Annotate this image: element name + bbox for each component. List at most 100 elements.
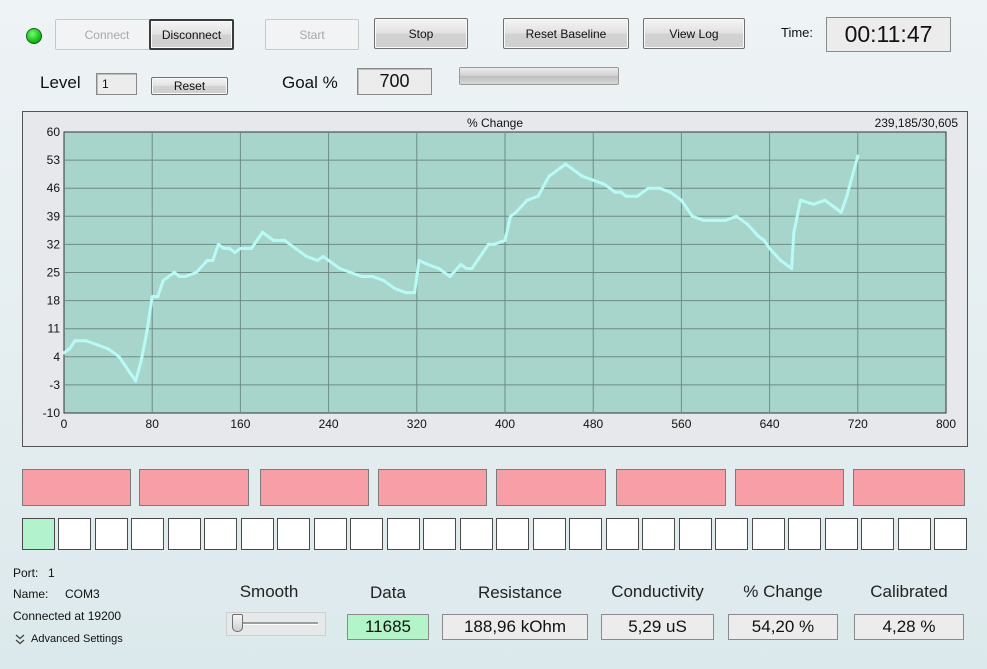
- electrode-square: [168, 518, 201, 550]
- data-point: [536, 194, 540, 198]
- data-point: [123, 363, 127, 367]
- goal-progress-bar: [459, 67, 619, 85]
- x-tick-label: 640: [760, 417, 780, 431]
- data-point: [327, 258, 331, 263]
- data-point: [756, 234, 761, 238]
- goal-percent-field[interactable]: 700: [357, 68, 432, 95]
- data-point: [360, 274, 364, 279]
- start-button[interactable]: Start: [265, 19, 359, 50]
- goal-label: Goal %: [282, 73, 338, 92]
- view-log-button[interactable]: View Log: [643, 18, 745, 49]
- level-field[interactable]: 1: [96, 73, 137, 95]
- data-point: [745, 222, 750, 226]
- data-point: [315, 258, 320, 263]
- data-point: [690, 214, 695, 218]
- x-tick-label: 480: [583, 417, 603, 431]
- data-point: [723, 218, 728, 222]
- electrode-square: [533, 518, 566, 550]
- y-tick-label: 11: [48, 322, 61, 336]
- electrode-square: [825, 518, 858, 550]
- electrode-square: [131, 518, 164, 550]
- electrode-bar: [496, 469, 606, 506]
- data-point: [481, 250, 485, 255]
- data-point: [293, 246, 298, 251]
- electrode-square: [898, 518, 931, 550]
- electrode-square: [22, 518, 55, 550]
- name-label: Name:: [13, 587, 49, 601]
- reset-baseline-button[interactable]: Reset Baseline: [503, 18, 629, 49]
- data-point: [222, 246, 226, 251]
- data-point: [834, 206, 838, 210]
- data-point: [624, 194, 628, 198]
- connect-button[interactable]: Connect: [55, 19, 159, 50]
- electrode-square: [715, 518, 748, 550]
- data-point: [547, 174, 551, 178]
- data-point: [845, 194, 849, 198]
- data-point: [823, 198, 827, 202]
- electrode-square: [934, 518, 967, 550]
- data-label: Data: [370, 583, 406, 602]
- data-point: [602, 182, 606, 186]
- data-point: [260, 230, 265, 234]
- stop-button[interactable]: Stop: [374, 18, 468, 49]
- x-tick-label: 80: [146, 417, 160, 431]
- y-tick-label: -10: [43, 406, 61, 420]
- advanced-settings-label: Advanced Settings: [31, 633, 123, 645]
- data-point: [404, 290, 408, 295]
- electrode-square: [204, 518, 237, 550]
- data-point: [150, 294, 154, 299]
- data-point: [216, 242, 220, 246]
- electrode-square: [861, 518, 894, 550]
- data-point: [464, 266, 469, 271]
- x-tick-label: 160: [230, 417, 250, 431]
- level-reset-button[interactable]: Reset: [151, 77, 228, 95]
- data-point: [679, 198, 684, 202]
- electrode-bar: [260, 469, 369, 506]
- electrode-bar: [853, 469, 965, 506]
- percent-change-label: % Change: [743, 582, 823, 601]
- x-tick-label: 320: [407, 417, 427, 431]
- chart-title: % Change: [466, 116, 524, 130]
- electrode-square: [277, 518, 310, 550]
- elapsed-time-display: 00:11:47: [826, 17, 951, 52]
- data-point: [393, 286, 397, 291]
- data-point: [382, 278, 386, 283]
- data-point: [371, 274, 375, 279]
- data-point: [338, 266, 342, 271]
- data-point: [657, 186, 661, 190]
- data-point: [508, 214, 513, 218]
- data-point: [73, 339, 77, 343]
- smooth-label: Smooth: [239, 582, 299, 601]
- data-point: [525, 198, 529, 202]
- data-point: [233, 250, 237, 255]
- electrode-square: [350, 518, 383, 550]
- y-tick-label: 46: [47, 181, 61, 195]
- data-point: [580, 174, 584, 178]
- smooth-slider-thumb[interactable]: [232, 614, 243, 632]
- data-point: [668, 190, 672, 194]
- data-point: [106, 347, 110, 351]
- data-point: [635, 194, 639, 198]
- electrode-square: [460, 518, 493, 550]
- data-point: [205, 258, 209, 263]
- advanced-settings-toggle[interactable]: Advanced Settings: [15, 633, 123, 645]
- x-tick-label: 240: [319, 417, 339, 431]
- y-tick-label: 25: [47, 266, 61, 280]
- calibrated-value-display: 4,28 %: [854, 614, 964, 640]
- name-value: COM3: [65, 587, 100, 601]
- data-point: [156, 294, 160, 299]
- data-point: [591, 178, 595, 182]
- x-tick-label: 720: [848, 417, 868, 431]
- data-point: [67, 347, 72, 351]
- electrode-square: [423, 518, 456, 550]
- electrode-square: [58, 518, 91, 550]
- data-point: [134, 379, 138, 383]
- data-point: [128, 371, 132, 375]
- data-point: [194, 270, 198, 275]
- disconnect-button[interactable]: Disconnect: [149, 19, 234, 50]
- data-point: [266, 234, 270, 238]
- electrode-square: [241, 518, 274, 550]
- electrode-bar: [22, 469, 131, 506]
- y-tick-label: -3: [49, 378, 60, 392]
- data-point: [161, 278, 165, 283]
